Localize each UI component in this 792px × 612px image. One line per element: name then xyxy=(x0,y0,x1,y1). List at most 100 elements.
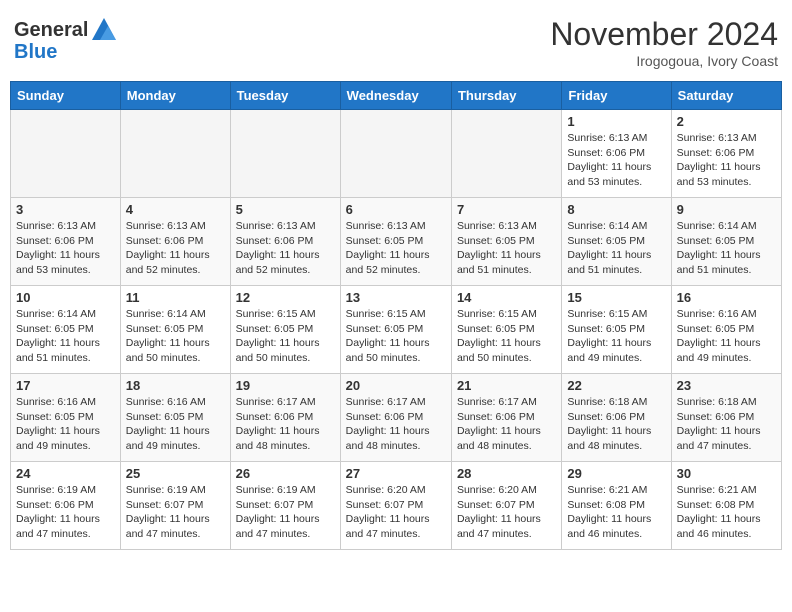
day-info: Sunrise: 6:14 AM Sunset: 6:05 PM Dayligh… xyxy=(126,307,225,366)
day-info: Sunrise: 6:13 AM Sunset: 6:05 PM Dayligh… xyxy=(346,219,446,278)
day-number: 9 xyxy=(677,202,776,217)
day-info: Sunrise: 6:20 AM Sunset: 6:07 PM Dayligh… xyxy=(346,483,446,542)
day-number: 13 xyxy=(346,290,446,305)
calendar-cell: 7 Sunrise: 6:13 AM Sunset: 6:05 PM Daylig… xyxy=(451,198,561,286)
calendar-cell xyxy=(340,110,451,198)
day-info: Sunrise: 6:21 AM Sunset: 6:08 PM Dayligh… xyxy=(677,483,776,542)
calendar-cell: 26 Sunrise: 6:19 AM Sunset: 6:07 PM Dayli… xyxy=(230,462,340,550)
day-number: 18 xyxy=(126,378,225,393)
day-number: 23 xyxy=(677,378,776,393)
calendar-cell xyxy=(451,110,561,198)
day-number: 15 xyxy=(567,290,665,305)
logo: General Blue xyxy=(14,16,118,62)
day-number: 24 xyxy=(16,466,115,481)
day-info: Sunrise: 6:15 AM Sunset: 6:05 PM Dayligh… xyxy=(457,307,556,366)
day-info: Sunrise: 6:15 AM Sunset: 6:05 PM Dayligh… xyxy=(346,307,446,366)
day-info: Sunrise: 6:19 AM Sunset: 6:07 PM Dayligh… xyxy=(126,483,225,542)
day-number: 6 xyxy=(346,202,446,217)
day-number: 28 xyxy=(457,466,556,481)
day-number: 3 xyxy=(16,202,115,217)
weekday-header-sunday: Sunday xyxy=(11,82,121,110)
day-info: Sunrise: 6:19 AM Sunset: 6:06 PM Dayligh… xyxy=(16,483,115,542)
calendar-table: SundayMondayTuesdayWednesdayThursdayFrid… xyxy=(10,81,782,550)
calendar-cell: 29 Sunrise: 6:21 AM Sunset: 6:08 PM Dayli… xyxy=(562,462,671,550)
calendar-cell xyxy=(230,110,340,198)
calendar-cell: 14Sunrise: 6:15 AM Sunset: 6:05 PM Dayli… xyxy=(451,286,561,374)
day-number: 17 xyxy=(16,378,115,393)
day-number: 2 xyxy=(677,114,776,129)
day-info: Sunrise: 6:17 AM Sunset: 6:06 PM Dayligh… xyxy=(346,395,446,454)
day-info: Sunrise: 6:13 AM Sunset: 6:06 PM Dayligh… xyxy=(236,219,335,278)
weekday-header-thursday: Thursday xyxy=(451,82,561,110)
calendar-cell: 21Sunrise: 6:17 AM Sunset: 6:06 PM Dayli… xyxy=(451,374,561,462)
day-number: 5 xyxy=(236,202,335,217)
calendar-cell: 1 Sunrise: 6:13 AM Sunset: 6:06 PM Daylig… xyxy=(562,110,671,198)
calendar-cell: 9 Sunrise: 6:14 AM Sunset: 6:05 PM Daylig… xyxy=(671,198,781,286)
day-info: Sunrise: 6:13 AM Sunset: 6:06 PM Dayligh… xyxy=(567,131,665,190)
logo-blue: Blue xyxy=(14,42,118,62)
day-info: Sunrise: 6:13 AM Sunset: 6:06 PM Dayligh… xyxy=(126,219,225,278)
day-number: 22 xyxy=(567,378,665,393)
calendar-cell: 15 Sunrise: 6:15 AM Sunset: 6:05 PM Dayli… xyxy=(562,286,671,374)
day-number: 8 xyxy=(567,202,665,217)
day-info: Sunrise: 6:14 AM Sunset: 6:05 PM Dayligh… xyxy=(567,219,665,278)
day-number: 26 xyxy=(236,466,335,481)
day-number: 27 xyxy=(346,466,446,481)
day-info: Sunrise: 6:13 AM Sunset: 6:06 PM Dayligh… xyxy=(16,219,115,278)
day-info: Sunrise: 6:17 AM Sunset: 6:06 PM Dayligh… xyxy=(457,395,556,454)
calendar-cell: 13 Sunrise: 6:15 AM Sunset: 6:05 PM Dayli… xyxy=(340,286,451,374)
calendar-cell: 24 Sunrise: 6:19 AM Sunset: 6:06 PM Dayli… xyxy=(11,462,121,550)
calendar-cell: 27 Sunrise: 6:20 AM Sunset: 6:07 PM Dayli… xyxy=(340,462,451,550)
logo-general: General xyxy=(14,19,88,41)
page-header: General Blue November 2024 Irogogoua, Iv… xyxy=(10,10,782,75)
day-info: Sunrise: 6:21 AM Sunset: 6:08 PM Dayligh… xyxy=(567,483,665,542)
day-info: Sunrise: 6:14 AM Sunset: 6:05 PM Dayligh… xyxy=(16,307,115,366)
logo-icon xyxy=(90,16,118,44)
day-info: Sunrise: 6:13 AM Sunset: 6:05 PM Dayligh… xyxy=(457,219,556,278)
title-block: November 2024 Irogogoua, Ivory Coast xyxy=(550,16,778,69)
calendar-cell: 4Sunrise: 6:13 AM Sunset: 6:06 PM Daylig… xyxy=(120,198,230,286)
calendar-cell: 16Sunrise: 6:16 AM Sunset: 6:05 PM Dayli… xyxy=(671,286,781,374)
calendar-week-2: 3 Sunrise: 6:13 AM Sunset: 6:06 PM Daylig… xyxy=(11,198,782,286)
weekday-header-tuesday: Tuesday xyxy=(230,82,340,110)
day-number: 12 xyxy=(236,290,335,305)
calendar-week-5: 24 Sunrise: 6:19 AM Sunset: 6:06 PM Dayli… xyxy=(11,462,782,550)
calendar-cell xyxy=(120,110,230,198)
location-subtitle: Irogogoua, Ivory Coast xyxy=(550,53,778,69)
day-info: Sunrise: 6:14 AM Sunset: 6:05 PM Dayligh… xyxy=(677,219,776,278)
calendar-cell: 23 Sunrise: 6:18 AM Sunset: 6:06 PM Dayli… xyxy=(671,374,781,462)
day-number: 25 xyxy=(126,466,225,481)
weekday-header-saturday: Saturday xyxy=(671,82,781,110)
day-number: 20 xyxy=(346,378,446,393)
weekday-header-monday: Monday xyxy=(120,82,230,110)
day-info: Sunrise: 6:20 AM Sunset: 6:07 PM Dayligh… xyxy=(457,483,556,542)
day-number: 11 xyxy=(126,290,225,305)
calendar-cell: 20 Sunrise: 6:17 AM Sunset: 6:06 PM Dayli… xyxy=(340,374,451,462)
day-info: Sunrise: 6:15 AM Sunset: 6:05 PM Dayligh… xyxy=(567,307,665,366)
day-number: 19 xyxy=(236,378,335,393)
day-number: 1 xyxy=(567,114,665,129)
day-info: Sunrise: 6:13 AM Sunset: 6:06 PM Dayligh… xyxy=(677,131,776,190)
weekday-header-friday: Friday xyxy=(562,82,671,110)
calendar-cell: 22 Sunrise: 6:18 AM Sunset: 6:06 PM Dayli… xyxy=(562,374,671,462)
weekday-header-wednesday: Wednesday xyxy=(340,82,451,110)
calendar-cell: 28 Sunrise: 6:20 AM Sunset: 6:07 PM Dayli… xyxy=(451,462,561,550)
day-info: Sunrise: 6:16 AM Sunset: 6:05 PM Dayligh… xyxy=(16,395,115,454)
day-info: Sunrise: 6:18 AM Sunset: 6:06 PM Dayligh… xyxy=(677,395,776,454)
calendar-header-row: SundayMondayTuesdayWednesdayThursdayFrid… xyxy=(11,82,782,110)
calendar-cell: 2 Sunrise: 6:13 AM Sunset: 6:06 PM Daylig… xyxy=(671,110,781,198)
day-number: 29 xyxy=(567,466,665,481)
day-info: Sunrise: 6:18 AM Sunset: 6:06 PM Dayligh… xyxy=(567,395,665,454)
calendar-cell: 17 Sunrise: 6:16 AM Sunset: 6:05 PM Dayli… xyxy=(11,374,121,462)
day-info: Sunrise: 6:19 AM Sunset: 6:07 PM Dayligh… xyxy=(236,483,335,542)
day-number: 16 xyxy=(677,290,776,305)
calendar-week-3: 10Sunrise: 6:14 AM Sunset: 6:05 PM Dayli… xyxy=(11,286,782,374)
day-number: 7 xyxy=(457,202,556,217)
calendar-cell: 12Sunrise: 6:15 AM Sunset: 6:05 PM Dayli… xyxy=(230,286,340,374)
calendar-cell: 6 Sunrise: 6:13 AM Sunset: 6:05 PM Daylig… xyxy=(340,198,451,286)
calendar-cell: 11 Sunrise: 6:14 AM Sunset: 6:05 PM Dayli… xyxy=(120,286,230,374)
day-info: Sunrise: 6:17 AM Sunset: 6:06 PM Dayligh… xyxy=(236,395,335,454)
calendar-cell: 5 Sunrise: 6:13 AM Sunset: 6:06 PM Daylig… xyxy=(230,198,340,286)
calendar-cell: 30Sunrise: 6:21 AM Sunset: 6:08 PM Dayli… xyxy=(671,462,781,550)
calendar-cell: 3 Sunrise: 6:13 AM Sunset: 6:06 PM Daylig… xyxy=(11,198,121,286)
